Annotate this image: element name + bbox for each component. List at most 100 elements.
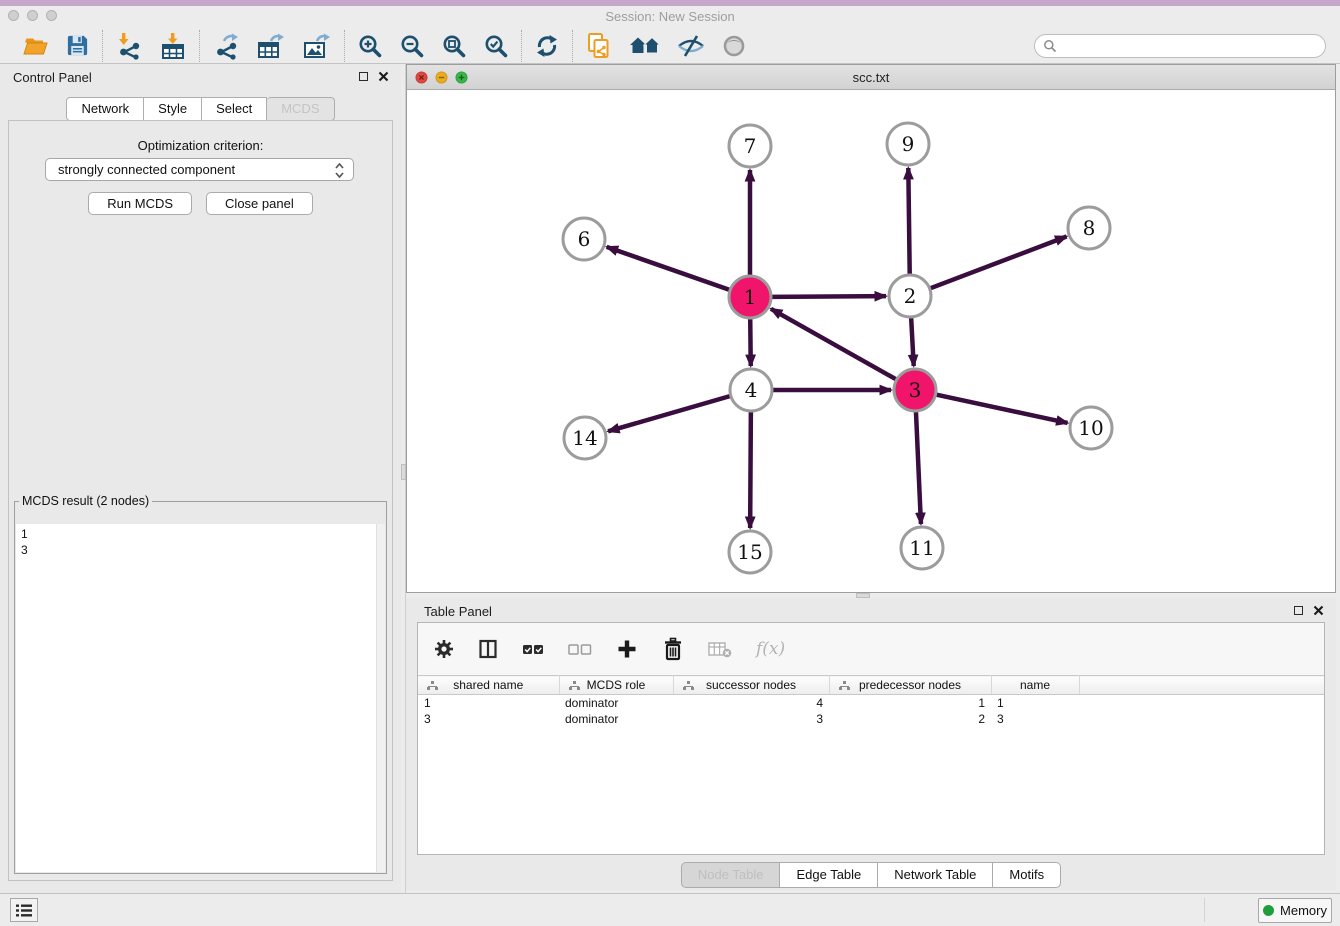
dropdown-chevrons-icon xyxy=(334,162,345,179)
statusbar-divider xyxy=(1204,898,1205,922)
float-panel-icon[interactable] xyxy=(359,72,368,81)
graph-edge-1-4[interactable] xyxy=(750,319,751,366)
refresh-layout-button[interactable] xyxy=(534,33,560,59)
search-box[interactable] xyxy=(1034,34,1326,58)
criterion-dropdown[interactable]: strongly connected component xyxy=(45,158,354,181)
new-network-from-selection-button[interactable] xyxy=(585,32,613,60)
show-columns-button[interactable] xyxy=(478,639,498,659)
table-cell[interactable]: 4 xyxy=(673,695,829,711)
run-mcds-button[interactable]: Run MCDS xyxy=(88,192,192,215)
tab-node-table[interactable]: Node Table xyxy=(681,862,781,888)
network-window-titlebar[interactable]: scc.txt xyxy=(407,65,1335,90)
table-cell[interactable]: 2 xyxy=(829,711,991,727)
graph-node-label-4: 4 xyxy=(745,378,758,402)
graph-edge-4-15[interactable] xyxy=(750,412,751,528)
float-table-panel-icon[interactable] xyxy=(1294,606,1303,615)
network-window-title: scc.txt xyxy=(407,70,1335,85)
network-canvas[interactable]: 7968124314101511 xyxy=(407,90,1335,592)
trash-icon xyxy=(662,637,684,661)
table-cell[interactable]: 3 xyxy=(991,711,1079,727)
close-panel-icon[interactable] xyxy=(378,71,389,82)
graph-edge-3-1[interactable] xyxy=(771,309,896,379)
first-neighbors-button[interactable] xyxy=(629,33,661,59)
graph-edge-2-9[interactable] xyxy=(908,168,909,274)
delete-column-button[interactable] xyxy=(662,637,684,661)
tab-select[interactable]: Select xyxy=(202,97,267,121)
table-cell[interactable]: 1 xyxy=(418,695,559,711)
task-history-button[interactable] xyxy=(10,898,38,922)
import-table-button[interactable] xyxy=(159,32,187,60)
column-header-name[interactable]: name xyxy=(991,676,1079,695)
memory-button[interactable]: Memory xyxy=(1258,898,1332,923)
table-container: f(x) shared nameMCDS rolesuccessor nodes… xyxy=(417,622,1325,855)
graph-edge-2-3[interactable] xyxy=(911,318,914,366)
add-column-button[interactable] xyxy=(616,638,638,660)
columns-icon xyxy=(478,639,498,659)
zoom-in-button[interactable] xyxy=(357,33,383,59)
export-network-button[interactable] xyxy=(212,32,240,60)
tab-mcds[interactable]: MCDS xyxy=(267,97,334,121)
zoom-selected-button[interactable] xyxy=(483,33,509,59)
show-all-button[interactable] xyxy=(721,33,747,59)
tab-style[interactable]: Style xyxy=(144,97,202,121)
table-row[interactable]: 3dominator323 xyxy=(418,711,1324,727)
column-header-successor-nodes[interactable]: successor nodes xyxy=(673,676,829,695)
tab-network-table[interactable]: Network Table xyxy=(878,862,993,888)
zoom-in-icon xyxy=(357,33,383,59)
graph-edge-3-11[interactable] xyxy=(916,412,921,524)
select-all-rows-button[interactable] xyxy=(522,641,544,658)
graph-node-label-1: 1 xyxy=(744,285,757,309)
graph-edge-3-10[interactable] xyxy=(937,395,1068,423)
deselect-all-rows-button[interactable] xyxy=(568,641,592,658)
table-settings-button[interactable] xyxy=(434,639,454,659)
hierarchy-icon xyxy=(683,681,694,691)
graph-edge-1-6[interactable] xyxy=(607,247,730,290)
graph-edge-4-14[interactable] xyxy=(608,396,730,431)
tab-motifs[interactable]: Motifs xyxy=(993,862,1061,888)
table-cell-filler xyxy=(1079,695,1324,711)
save-session-button[interactable] xyxy=(65,33,90,58)
save-icon xyxy=(65,33,90,58)
gray-eye-icon xyxy=(721,33,747,59)
graph-node-label-2: 2 xyxy=(904,284,917,308)
table-cell[interactable]: 1 xyxy=(829,695,991,711)
table-cell[interactable]: dominator xyxy=(559,695,673,711)
zoom-out-button[interactable] xyxy=(399,33,425,59)
memory-label: Memory xyxy=(1280,903,1327,918)
table-row[interactable]: 1dominator411 xyxy=(418,695,1324,711)
close-table-panel-icon[interactable] xyxy=(1313,605,1324,616)
graph-node-label-6: 6 xyxy=(578,227,591,251)
main-toolbar xyxy=(0,28,1340,64)
graph-edge-1-2[interactable] xyxy=(772,296,886,297)
control-panel-title: Control Panel xyxy=(13,70,92,85)
optimization-criterion-label: Optimization criterion: xyxy=(9,138,392,153)
tab-network[interactable]: Network xyxy=(66,97,144,121)
column-header-shared-name[interactable]: shared name xyxy=(418,676,559,695)
table-cell[interactable]: dominator xyxy=(559,711,673,727)
table-toolbar: f(x) xyxy=(418,623,1324,675)
delete-table-button[interactable] xyxy=(708,640,732,658)
column-header-predecessor-nodes[interactable]: predecessor nodes xyxy=(829,676,991,695)
zoom-fit-button[interactable] xyxy=(441,33,467,59)
export-image-icon xyxy=(302,32,332,60)
result-scrollbar[interactable] xyxy=(376,524,385,872)
search-input[interactable] xyxy=(1062,39,1317,53)
hierarchy-icon xyxy=(427,681,438,691)
export-table-button[interactable] xyxy=(256,32,286,60)
function-builder-button[interactable]: f(x) xyxy=(756,639,785,659)
table-cell[interactable]: 1 xyxy=(991,695,1079,711)
column-header-mcds-role[interactable]: MCDS role xyxy=(559,676,673,695)
status-bar: Memory xyxy=(0,893,1340,926)
open-session-button[interactable] xyxy=(22,33,49,59)
mcds-result-area[interactable]: 1 3 xyxy=(16,524,385,872)
export-image-button[interactable] xyxy=(302,32,332,60)
refresh-icon xyxy=(534,33,560,59)
tab-edge-table[interactable]: Edge Table xyxy=(780,862,878,888)
graph-edge-2-8[interactable] xyxy=(931,237,1067,289)
control-panel-tabs: NetworkStyleSelectMCDS xyxy=(0,97,401,121)
close-panel-button[interactable]: Close panel xyxy=(206,192,313,215)
table-cell[interactable]: 3 xyxy=(673,711,829,727)
import-network-button[interactable] xyxy=(115,32,143,60)
hide-selected-button[interactable] xyxy=(677,33,705,59)
table-cell[interactable]: 3 xyxy=(418,711,559,727)
